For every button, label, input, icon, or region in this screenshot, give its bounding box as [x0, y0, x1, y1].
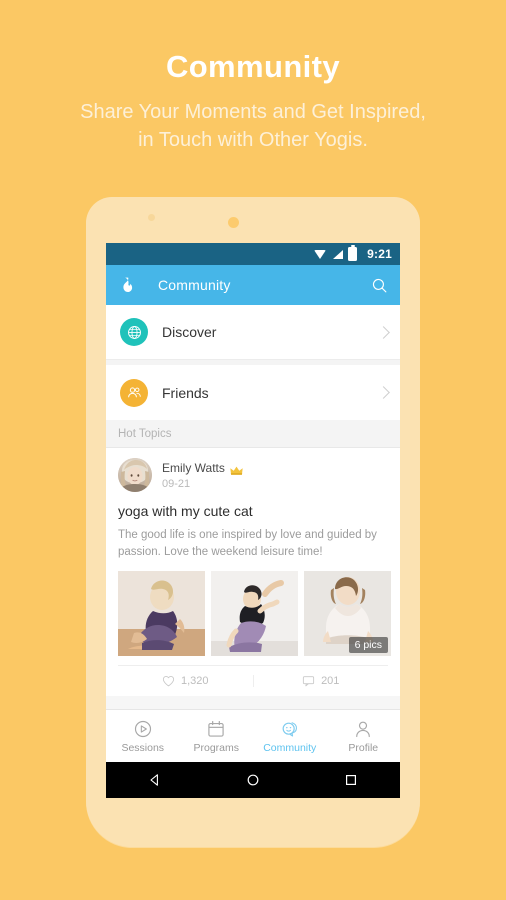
menu-item-friends-label: Friends — [162, 384, 209, 401]
post-photo[interactable] — [211, 571, 298, 656]
post-actions: 1,320 201 — [118, 665, 388, 696]
flame-logo-icon — [118, 276, 136, 294]
app-bar: Community — [106, 265, 400, 305]
post-header: Emily Watts 09-21 — [118, 458, 388, 492]
post-photo[interactable]: 6 pics — [304, 571, 391, 656]
like-button[interactable]: 1,320 — [118, 675, 253, 687]
promo-subtitle: Share Your Moments and Get Inspired, in … — [0, 98, 506, 154]
tab-community[interactable]: Community — [253, 710, 327, 762]
recents-square-icon[interactable] — [342, 771, 360, 789]
back-triangle-icon[interactable] — [146, 771, 164, 789]
post-title: yoga with my cute cat — [118, 503, 253, 519]
post-author-name: Emily Watts — [162, 460, 225, 475]
people-icon — [120, 378, 148, 407]
bottom-tab-bar: Sessions Programs Community Profile — [106, 709, 400, 762]
search-icon[interactable] — [371, 277, 388, 294]
status-bar-icons: 9:21 — [314, 245, 392, 261]
comment-icon — [302, 676, 315, 687]
tab-profile[interactable]: Profile — [327, 710, 401, 762]
page-title: Community — [165, 49, 341, 84]
globe-icon — [120, 318, 148, 346]
tab-community-label: Community — [263, 741, 317, 754]
post-meta: Emily Watts 09-21 — [162, 461, 243, 490]
promo-screenshot: Community Share Your Moments and Get Ins… — [0, 0, 506, 900]
battery-icon — [348, 245, 358, 261]
android-nav-bar — [106, 762, 400, 798]
avatar[interactable] — [118, 458, 152, 492]
promo-subtitle-line1: Share Your Moments and Get Inspired, — [80, 101, 426, 123]
chat-bubble-smiley-icon — [280, 719, 300, 739]
phone-mockup: 9:21 Community Discover Friends Hot Topi… — [86, 197, 420, 847]
like-count: 1,320 — [180, 675, 209, 687]
phone-bezel-top — [86, 197, 420, 243]
section-header-hot-topics: Hot Topics — [106, 420, 400, 448]
promo-subtitle-line2: in Touch with Other Yogis. — [138, 129, 368, 151]
photo-count-badge: 6 pics — [348, 637, 388, 653]
post-photo-grid: 6 pics — [118, 571, 391, 656]
comment-button[interactable]: 201 — [252, 675, 389, 687]
menu-item-discover-label: Discover — [162, 324, 217, 340]
post-photo[interactable] — [118, 571, 205, 656]
front-camera-icon — [148, 214, 155, 221]
calendar-icon — [206, 719, 226, 739]
phone-screen: 9:21 Community Discover Friends Hot Topi… — [106, 243, 400, 762]
promo-header: Community Share Your Moments and Get Ins… — [0, 46, 506, 154]
comment-count: 201 — [321, 675, 340, 687]
section-header-label: Hot Topics — [118, 427, 172, 440]
chevron-right-icon — [377, 325, 390, 339]
post-body: The good life is one inspired by love an… — [118, 529, 377, 558]
speaker-sensor-icon — [228, 217, 239, 228]
menu-item-discover[interactable]: Discover — [106, 305, 400, 360]
tab-profile-label: Profile — [348, 741, 379, 754]
tab-programs-label: Programs — [193, 741, 239, 754]
wifi-icon — [314, 249, 327, 260]
tab-sessions[interactable]: Sessions — [106, 710, 180, 762]
tab-sessions-label: Sessions — [121, 741, 165, 754]
status-bar-time: 9:21 — [367, 247, 392, 261]
signal-icon — [332, 249, 344, 260]
person-icon — [353, 719, 373, 739]
post-author-row: Emily Watts — [162, 461, 243, 475]
home-circle-icon[interactable] — [244, 771, 262, 789]
menu-item-friends[interactable]: Friends — [106, 365, 400, 420]
status-bar: 9:21 — [106, 243, 400, 265]
crown-icon — [230, 463, 243, 475]
post-card[interactable]: Emily Watts 09-21 yoga with my cute cat — [106, 448, 400, 696]
heart-icon — [162, 675, 175, 687]
post-date: 09-21 — [162, 477, 191, 490]
tab-programs[interactable]: Programs — [180, 710, 254, 762]
app-bar-title: Community — [158, 277, 231, 293]
chevron-right-icon — [377, 386, 390, 399]
play-circle-icon — [133, 719, 153, 739]
